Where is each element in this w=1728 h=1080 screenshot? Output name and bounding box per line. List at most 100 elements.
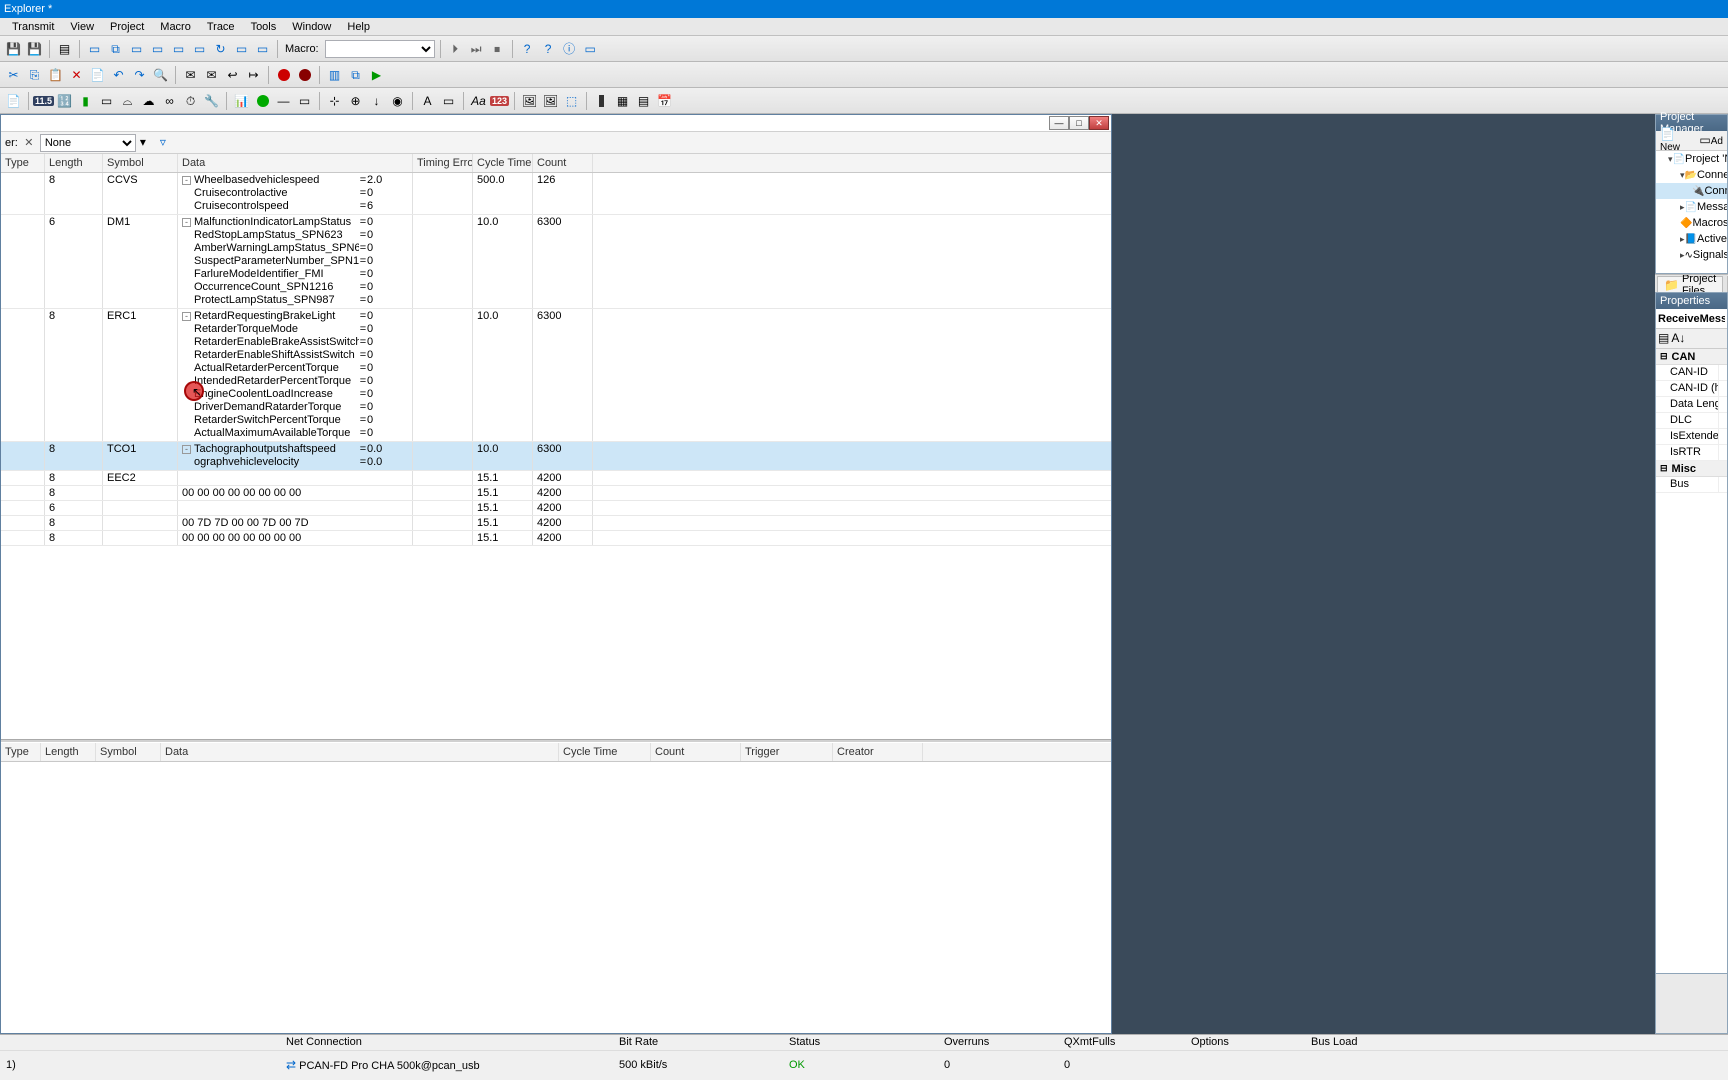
reply-icon[interactable]: ↩ [223,65,242,84]
project-tree-item[interactable]: ▾📄Project 'New [1656,151,1727,167]
collapse-toggle-icon[interactable]: - [182,445,191,454]
bcol-count[interactable]: Count [651,743,741,761]
menu-trace[interactable]: Trace [199,19,243,35]
calendar-icon[interactable]: 📅 [655,91,674,110]
insert-icon[interactable]: 📄 [88,65,107,84]
help2-icon[interactable]: ? [539,39,558,58]
window-horz-icon[interactable]: ▭ [148,39,167,58]
receive-row[interactable]: 8TCO1-Tachographoutputshaftspeed= 0.0ogr… [1,442,1111,471]
window-cascade-icon[interactable]: ▭ [127,39,146,58]
property-value[interactable] [1719,397,1727,412]
palette2-icon[interactable]: 🖼 [541,91,560,110]
dark3-icon[interactable]: ▤ [634,91,653,110]
tab-project-files[interactable]: 📁Project Files [1657,276,1723,292]
window-layout2-icon[interactable]: ▭ [253,39,272,58]
transmit-grid-body[interactable] [1,762,1111,1033]
macro-combo[interactable] [325,40,435,58]
battery-icon[interactable]: ▮ [76,91,95,110]
col-data[interactable]: Data [178,154,413,172]
num2-icon[interactable]: 123 [490,91,509,110]
pm-add-button[interactable]: ▭Ad [1697,134,1725,147]
bcol-length[interactable]: Length [41,743,96,761]
menu-window[interactable]: Window [284,19,339,35]
project-tree-item[interactable]: ▾📂Connecti [1656,167,1727,183]
text-A-icon[interactable]: A [418,91,437,110]
paste-icon[interactable]: 📋 [46,65,65,84]
col-type[interactable]: Type [1,154,45,172]
col-count[interactable]: Count [533,154,593,172]
window-refresh-icon[interactable]: ↻ [211,39,230,58]
arrow-down-icon[interactable]: ↓ [367,91,386,110]
menu-view[interactable]: View [62,19,102,35]
project-tree-item[interactable]: 🔌Conn [1656,183,1727,199]
link-icon[interactable]: ∞ [160,91,179,110]
cog-icon[interactable]: ◉ [388,91,407,110]
prop-sort-icon[interactable]: A↓ [1671,332,1685,345]
property-group[interactable]: ⊟Misc [1656,461,1727,477]
col-cycle-time[interactable]: Cycle Time [473,154,533,172]
prop-cat-icon[interactable]: ▤ [1658,332,1669,345]
num-icon[interactable]: 11.5 [34,91,53,110]
new-doc-icon[interactable]: 📄 [4,91,23,110]
record-icon[interactable] [274,65,293,84]
options-icon[interactable]: ▭ [581,39,600,58]
menu-tools[interactable]: Tools [243,19,285,35]
list-icon[interactable]: ▤ [55,39,74,58]
bcol-data[interactable]: Data [161,743,559,761]
green-dot-icon[interactable] [253,91,272,110]
menu-help[interactable]: Help [339,19,378,35]
receive-row[interactable]: 8EEC215.14200 [1,471,1111,486]
save-all-icon[interactable]: 💾 [25,39,44,58]
filter-funnel2-icon[interactable]: ▿ [160,136,176,149]
gauge-icon[interactable]: 🔢 [55,91,74,110]
goto-icon[interactable]: ↦ [244,65,263,84]
cascade-icon[interactable]: ⧉ [346,65,365,84]
columns-icon[interactable]: ▥ [325,65,344,84]
undo-icon[interactable]: ↶ [109,65,128,84]
dark1-icon[interactable]: ▪ [592,91,611,110]
redo-icon[interactable]: ↷ [130,65,149,84]
collapse-toggle-icon[interactable]: - [182,176,191,185]
property-value[interactable] [1719,413,1727,428]
window-layout-icon[interactable]: ▭ [232,39,251,58]
property-value[interactable] [1719,429,1727,444]
menu-macro[interactable]: Macro [152,19,199,35]
bridge-icon[interactable]: ⌓ [118,91,137,110]
property-value[interactable] [1719,365,1727,380]
cloud-icon[interactable]: ☁ [139,91,158,110]
bcol-creator[interactable]: Creator [833,743,923,761]
delete-icon[interactable]: ✕ [67,65,86,84]
dark2-icon[interactable]: ▦ [613,91,632,110]
copy-icon[interactable]: ⎘ [25,65,44,84]
window-tile-icon[interactable]: ⧉ [106,39,125,58]
property-row[interactable]: CAN-ID [1656,365,1727,381]
help-icon[interactable]: ? [518,39,537,58]
receive-row[interactable]: 800 00 00 00 00 00 00 0015.14200 [1,486,1111,501]
cut-icon[interactable]: ✂ [4,65,23,84]
bcol-symbol[interactable]: Symbol [96,743,161,761]
font-icon[interactable]: Aa [469,91,488,110]
plus-icon[interactable]: ⊕ [346,91,365,110]
col-symbol[interactable]: Symbol [103,154,178,172]
filter-funnel-icon[interactable]: ▾ [140,136,156,149]
play-icon[interactable]: ▶ [367,65,386,84]
about-icon[interactable]: ⓘ [560,39,579,58]
property-group[interactable]: ⊟CAN [1656,349,1727,365]
property-value[interactable] [1719,445,1727,460]
mail2-icon[interactable]: ✉ [202,65,221,84]
property-row[interactable]: IsExtended [1656,429,1727,445]
project-tree-item[interactable]: ▸∿Signals [1656,247,1727,263]
bcol-trigger[interactable]: Trigger [741,743,833,761]
menu-project[interactable]: Project [102,19,152,35]
col-length[interactable]: Length [45,154,103,172]
gear-icon[interactable]: 🔧 [202,91,221,110]
macro-run-icon[interactable]: ⏵ [446,39,465,58]
properties-body[interactable]: ⊟CANCAN-IDCAN-ID (hex)Data LengthDLCIsEx… [1656,349,1727,973]
project-tree-item[interactable]: 🔶Macros [1656,215,1727,231]
property-row[interactable]: Bus [1656,477,1727,493]
property-row[interactable]: DLC [1656,413,1727,429]
collapse-toggle-icon[interactable]: - [182,312,191,321]
property-value[interactable] [1719,477,1727,492]
bcol-type[interactable]: Type [1,743,41,761]
window-close-icon[interactable]: ▭ [190,39,209,58]
